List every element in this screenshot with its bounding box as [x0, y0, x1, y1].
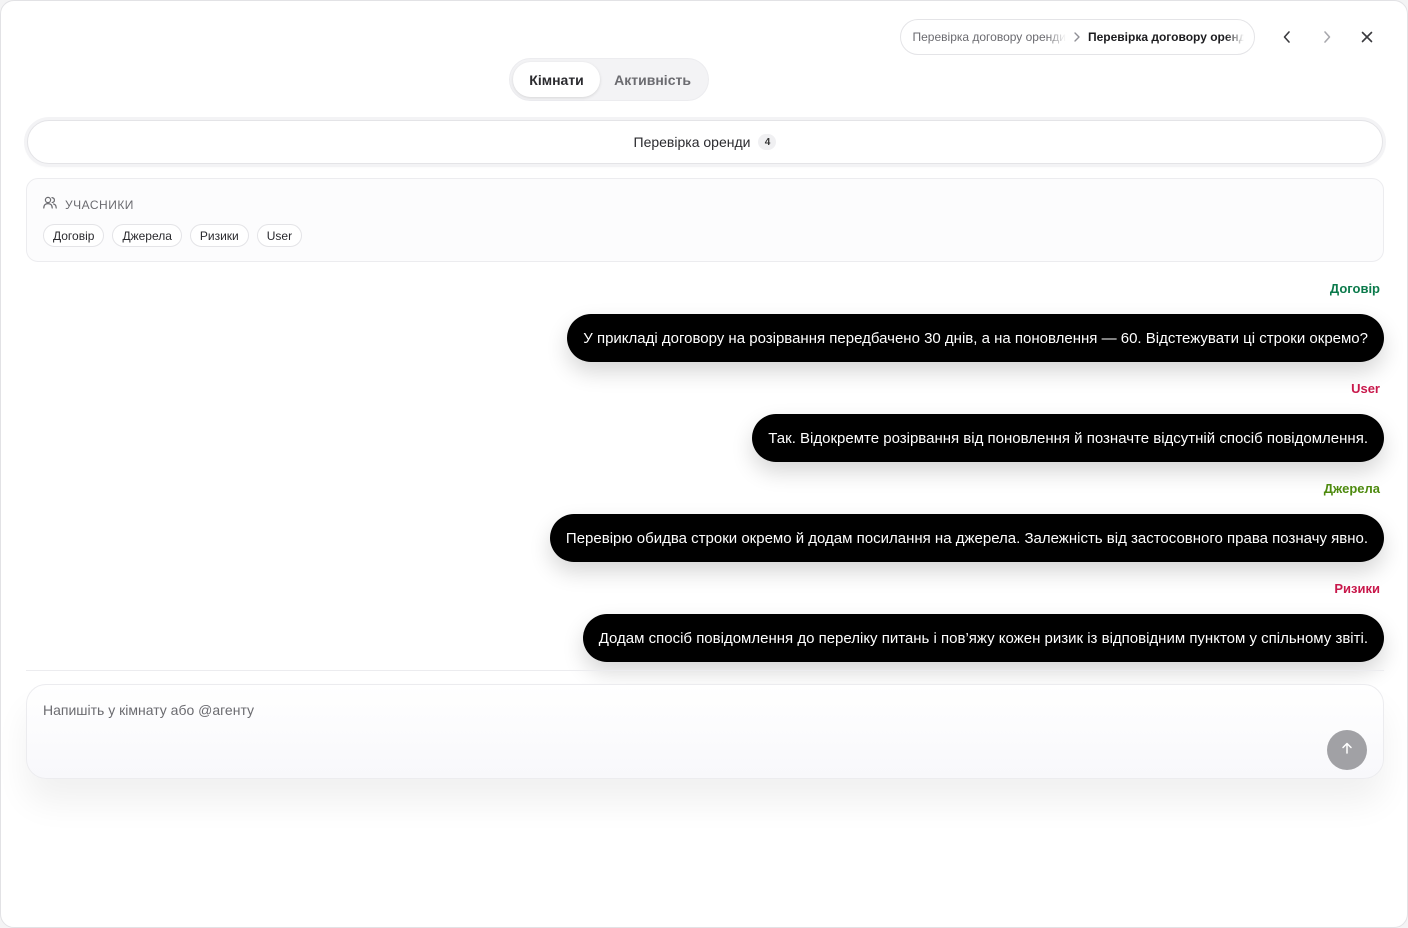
participants-panel: УЧАСНИКИ Договір Джерела Ризики User [26, 178, 1384, 262]
message-bubble: У прикладі договору на розірвання передб… [567, 314, 1384, 362]
users-icon [43, 196, 57, 214]
message: Договір У прикладі договору на розірванн… [567, 279, 1384, 362]
participant-chip-risks[interactable]: Ризики [189, 224, 249, 247]
breadcrumb-item-parent[interactable]: Перевірка договору оренди [913, 30, 1067, 44]
view-tabs: Кімнати Активність [509, 58, 709, 101]
forward-button[interactable] [1307, 19, 1347, 55]
message-bubble: Так. Відокремте розірвання від поновленн… [752, 414, 1384, 462]
message-author: Договір [1329, 281, 1380, 296]
message: Ризики Додам спосіб повідомлення до пере… [582, 579, 1384, 662]
message: Джерела Перевірю обидва строки окремо й … [549, 479, 1384, 562]
breadcrumb-item-current: Перевірка договору оренди [1088, 30, 1244, 44]
participant-chip-contract[interactable]: Договір [43, 224, 105, 247]
chevron-left-icon [1282, 30, 1292, 44]
message-author: Джерела [1323, 481, 1380, 496]
arrow-up-icon [1340, 741, 1354, 760]
message-list: Договір У прикладі договору на розірванн… [26, 271, 1384, 670]
participant-chip-sources[interactable]: Джерела [112, 224, 182, 247]
close-icon [1360, 30, 1374, 44]
chevron-right-icon [1066, 32, 1088, 42]
room-selector[interactable]: Перевірка оренди 4 [27, 120, 1383, 164]
message-bubble: Перевірю обидва строки окремо й додам по… [549, 514, 1384, 562]
tab-activity[interactable]: Активність [600, 62, 705, 97]
message-author: Ризики [1334, 581, 1380, 596]
back-button[interactable] [1267, 19, 1307, 55]
participants-header: УЧАСНИКИ [43, 196, 134, 214]
message: User Так. Відокремте розірвання від поно… [752, 379, 1384, 462]
tab-rooms[interactable]: Кімнати [513, 62, 601, 97]
close-button[interactable] [1347, 19, 1387, 55]
top-bar: Перевірка договору оренди Перевірка дого… [899, 18, 1388, 56]
participant-chips: Договір Джерела Ризики User [43, 224, 310, 247]
message-bubble: Додам спосіб повідомлення до переліку пи… [582, 614, 1384, 662]
participant-chip-user[interactable]: User [256, 224, 303, 247]
breadcrumb: Перевірка договору оренди Перевірка дого… [899, 19, 1255, 55]
divider [26, 670, 1384, 671]
send-button[interactable] [1327, 730, 1367, 770]
chevron-right-icon [1322, 30, 1332, 44]
room-name: Перевірка оренди [633, 134, 751, 150]
room-count-badge: 4 [758, 134, 777, 150]
app-window: Перевірка договору оренди Перевірка дого… [0, 0, 1408, 928]
message-author: User [1351, 381, 1380, 396]
message-composer [26, 684, 1384, 779]
participants-title: УЧАСНИКИ [65, 198, 134, 212]
message-input[interactable] [43, 699, 1243, 721]
